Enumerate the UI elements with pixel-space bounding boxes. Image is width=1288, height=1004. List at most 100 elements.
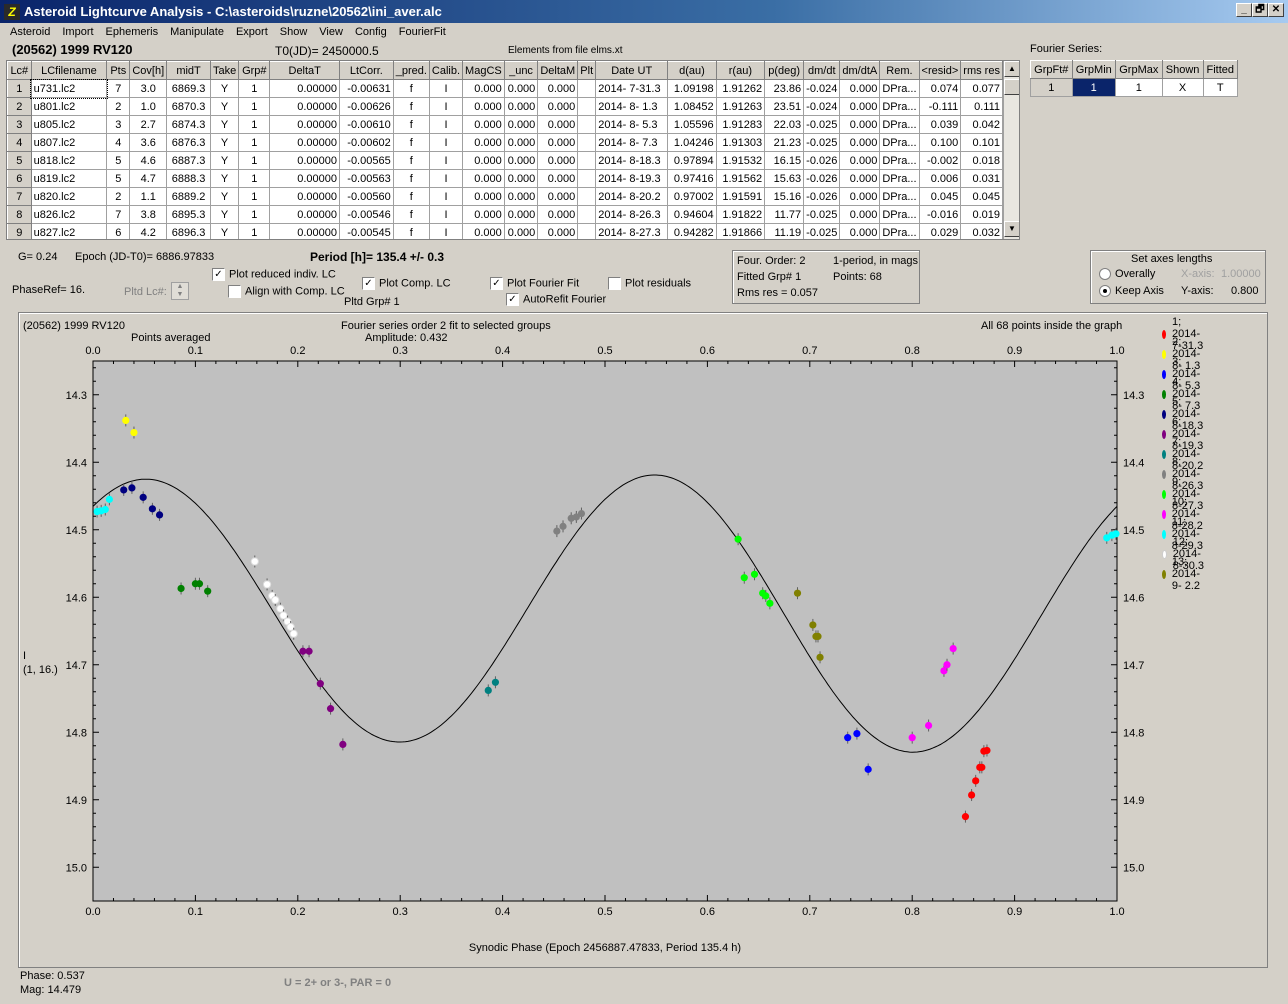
table-cell[interactable]: f — [392, 79, 430, 98]
table-cell[interactable] — [577, 79, 597, 98]
plot-residuals-checkbox[interactable]: Plot residuals — [608, 277, 691, 290]
table-cell[interactable] — [577, 97, 597, 116]
table-cell[interactable]: 1.91562 — [715, 169, 766, 188]
table-cell[interactable]: Y — [209, 223, 240, 239]
column-header[interactable]: Take — [209, 61, 240, 80]
table-cell[interactable]: 2 — [106, 187, 131, 206]
data-point[interactable] — [553, 527, 561, 535]
table-cell[interactable]: 0.000 — [462, 151, 505, 170]
table-cell[interactable]: -0.00626 — [338, 97, 394, 116]
table-cell[interactable]: -0.026 — [803, 169, 841, 188]
table-row[interactable]: 7 u820.lc2 2 1.1 6889.2 Y 1 0.00000 -0.00560 f I 0.… — [7, 187, 1003, 206]
table-cell[interactable]: 0.031 — [960, 169, 1003, 188]
data-point[interactable] — [816, 653, 824, 661]
data-point[interactable] — [484, 686, 492, 694]
column-header[interactable]: DeltaM — [537, 61, 579, 80]
data-point[interactable] — [195, 580, 204, 588]
table-cell[interactable]: 0.00000 — [269, 223, 340, 239]
table-cell[interactable]: 0.101 — [960, 133, 1003, 152]
data-point[interactable] — [204, 587, 212, 595]
table-cell[interactable]: -0.002 — [918, 151, 962, 170]
data-point[interactable] — [559, 522, 567, 530]
table-cell[interactable]: 1.09198 — [667, 79, 717, 98]
data-point[interactable] — [316, 680, 324, 688]
column-header[interactable]: Calib. — [428, 61, 464, 80]
table-cell[interactable]: 0.000 — [839, 79, 881, 98]
data-point[interactable] — [299, 647, 307, 655]
table-cell[interactable]: 6888.3 — [166, 169, 211, 188]
table-cell[interactable]: 0.000 — [839, 169, 881, 188]
table-cell[interactable]: 0.100 — [918, 133, 962, 152]
data-point[interactable] — [740, 574, 748, 582]
column-header[interactable]: r(au) — [715, 61, 766, 80]
data-point[interactable] — [967, 791, 976, 799]
table-cell[interactable]: 2014- 8- 7.3 — [595, 133, 669, 152]
data-point[interactable] — [130, 428, 138, 437]
table-cell[interactable]: DPra... — [879, 79, 920, 98]
table-cell[interactable]: 1.91303 — [715, 133, 766, 152]
data-point[interactable] — [276, 604, 285, 613]
table-cell[interactable]: 3.0 — [129, 79, 168, 98]
data-point[interactable] — [972, 777, 980, 785]
table-cell[interactable]: 3 — [7, 115, 32, 134]
table-cell[interactable]: 1 — [238, 205, 271, 224]
table-cell[interactable] — [577, 223, 597, 239]
data-point[interactable] — [793, 589, 802, 597]
menu-import[interactable]: Import — [56, 26, 99, 38]
table-cell[interactable]: 1 — [238, 223, 271, 239]
table-cell[interactable]: I — [428, 205, 464, 224]
table-cell[interactable]: 2014- 8-19.3 — [595, 169, 669, 188]
table-cell[interactable]: Y — [209, 151, 240, 170]
table-cell[interactable]: 0.97416 — [667, 169, 717, 188]
table-cell[interactable] — [577, 115, 597, 134]
table-cell[interactable]: 0.000 — [839, 97, 881, 116]
column-header[interactable]: dm/dtA — [839, 61, 881, 80]
data-point[interactable] — [864, 765, 872, 773]
scroll-thumb[interactable] — [1004, 79, 1019, 95]
table-cell[interactable]: -0.00602 — [338, 133, 394, 152]
scroll-up-arrow-icon[interactable]: ▲ — [1004, 61, 1019, 77]
table-row[interactable]: 2 u801.lc2 2 1.0 6870.3 Y 1 0.00000 -0.00626 f I 0.… — [7, 97, 1003, 116]
table-cell[interactable]: u827.lc2 — [30, 223, 108, 239]
table-cell[interactable]: 0.042 — [960, 115, 1003, 134]
table-cell[interactable]: 0.00000 — [269, 151, 340, 170]
table-cell[interactable]: I — [428, 115, 464, 134]
table-cell[interactable]: 6870.3 — [166, 97, 211, 116]
table-cell[interactable]: -0.016 — [918, 205, 962, 224]
table-cell[interactable]: 0.000 — [462, 133, 505, 152]
table-cell[interactable]: 0.074 — [918, 79, 962, 98]
table-cell[interactable]: 0.111 — [960, 97, 1003, 116]
menu-asteroid[interactable]: Asteroid — [4, 26, 56, 38]
table-cell[interactable]: 0.000 — [462, 97, 505, 116]
table-cell[interactable]: 11.77 — [764, 205, 805, 224]
column-header[interactable]: _pred. — [392, 61, 430, 80]
data-point[interactable] — [286, 622, 295, 632]
menu-fourierfit[interactable]: FourierFit — [393, 26, 452, 38]
data-point[interactable] — [734, 535, 742, 543]
cell-grpmin[interactable]: 1 — [1071, 78, 1116, 97]
table-cell[interactable]: 2014- 8- 5.3 — [595, 115, 669, 134]
column-header[interactable]: LCfilename — [30, 61, 108, 80]
table-row[interactable]: 5 u818.lc2 5 4.6 6887.3 Y 1 0.00000 -0.00565 f I 0.… — [7, 151, 1003, 170]
data-point[interactable] — [844, 734, 852, 742]
overally-radio[interactable]: Overally — [1099, 268, 1155, 281]
table-cell[interactable]: 1.05596 — [667, 115, 717, 134]
table-cell[interactable]: 23.51 — [764, 97, 805, 116]
column-header[interactable]: d(au) — [667, 61, 717, 80]
table-cell[interactable]: f — [392, 169, 430, 188]
table-cell[interactable]: 0.000 — [462, 187, 505, 206]
table-cell[interactable]: 0.000 — [462, 223, 505, 239]
table-cell[interactable]: -0.00631 — [338, 79, 394, 98]
table-cell[interactable]: 0.000 — [839, 223, 881, 239]
table-cell[interactable]: 4 — [106, 133, 131, 152]
table-cell[interactable]: DPra... — [879, 151, 920, 170]
table-cell[interactable]: 0.000 — [462, 205, 505, 224]
table-row[interactable]: 3 u805.lc2 3 2.7 6874.3 Y 1 0.00000 -0.00610 f I 0.… — [7, 115, 1003, 134]
table-cell[interactable]: 11.19 — [764, 223, 805, 239]
table-cell[interactable]: I — [428, 187, 464, 206]
table-cell[interactable]: 0.000 — [503, 205, 539, 224]
data-point[interactable] — [250, 557, 259, 566]
data-point[interactable] — [943, 661, 951, 669]
table-cell[interactable]: 1 — [238, 97, 271, 116]
data-point[interactable] — [339, 740, 347, 748]
